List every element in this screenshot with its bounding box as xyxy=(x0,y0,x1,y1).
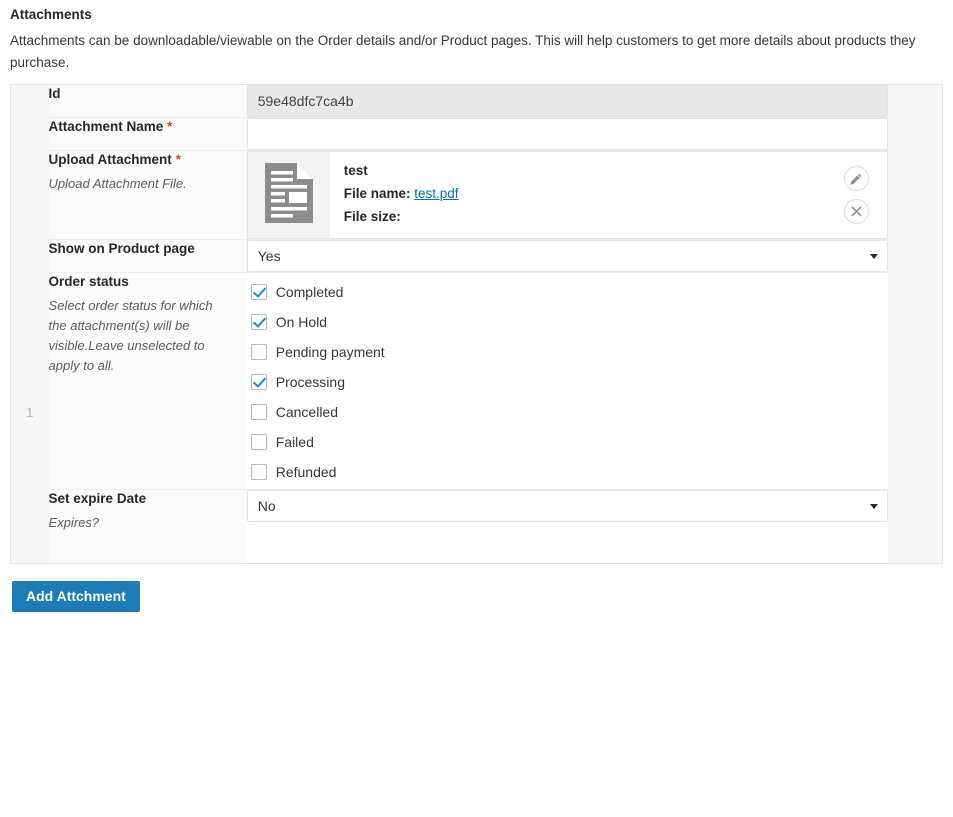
file-actions xyxy=(831,152,887,238)
file-name-label: File name: xyxy=(343,186,411,201)
field-cell-order-status: Completed On Hold Pending payment Proces… xyxy=(246,272,889,490)
attachments-table: 1 Id 59e48dfc7ca4b Attachment Name * Upl… xyxy=(10,84,943,564)
label-cell-show-on-product-page: Show on Product page xyxy=(48,239,247,273)
label-cell-attachment-name: Attachment Name * xyxy=(48,117,247,151)
label-cell-id: Id xyxy=(48,84,247,118)
checkbox-label-on-hold: On Hold xyxy=(275,314,328,330)
label-cell-order-status: Order status Select order status for whi… xyxy=(48,272,247,490)
field-cell-set-expire-date: No xyxy=(246,489,889,564)
label-cell-set-expire-date: Set expire Date Expires? xyxy=(48,489,247,564)
file-size-label: File size: xyxy=(343,209,401,224)
id-input[interactable]: 59e48dfc7ca4b xyxy=(246,85,889,117)
order-status-checkbox-list: Completed On Hold Pending payment Proces… xyxy=(247,273,889,489)
chevron-down-icon xyxy=(870,504,879,509)
field-label-attachment-name-text: Attachment Name xyxy=(48,119,164,134)
checkbox-label-refunded: Refunded xyxy=(275,464,337,480)
field-description-upload-attachment: Upload Attachment File. xyxy=(48,176,187,191)
list-item[interactable]: Failed xyxy=(250,427,889,457)
required-asterisk-upload-attachment: * xyxy=(175,152,181,167)
field-cell-upload-attachment: test File name: test.pdf File size: xyxy=(246,150,889,240)
table-row-attachment-name: Attachment Name * xyxy=(10,117,943,151)
field-description-order-status: Select order status for which the attach… xyxy=(48,298,213,373)
set-expire-date-value: No xyxy=(257,498,276,514)
row-number: 1 xyxy=(26,405,34,420)
file-name-link[interactable]: test.pdf xyxy=(414,186,458,201)
checkbox-label-cancelled: Cancelled xyxy=(275,404,338,420)
list-item[interactable]: Processing xyxy=(250,367,889,397)
table-right-gutter xyxy=(888,84,943,564)
set-expire-date-select[interactable]: No xyxy=(246,490,889,522)
attachments-page: Attachments Attachments can be downloada… xyxy=(0,6,953,612)
field-label-attachment-name: Attachment Name * xyxy=(49,118,247,136)
field-label-show-on-product-page: Show on Product page xyxy=(48,241,195,256)
chevron-down-icon xyxy=(870,254,879,259)
table-row-show-on-product-page: Show on Product page Yes xyxy=(10,239,943,273)
list-item[interactable]: Refunded xyxy=(250,457,889,487)
checkbox-cancelled[interactable] xyxy=(250,404,267,420)
checkbox-pending-payment[interactable] xyxy=(250,344,267,360)
checkbox-completed[interactable] xyxy=(250,284,267,300)
field-cell-show-on-product-page: Yes xyxy=(246,239,889,273)
field-label-id: Id xyxy=(48,86,61,101)
checkbox-refunded[interactable] xyxy=(250,464,267,480)
table-row-id: 1 Id 59e48dfc7ca4b xyxy=(10,84,943,564)
document-icon xyxy=(263,161,315,230)
field-cell-attachment-name xyxy=(246,117,889,151)
file-upload-box[interactable]: test File name: test.pdf File size: xyxy=(246,151,889,239)
page-title: Attachments xyxy=(10,7,92,22)
list-item[interactable]: Pending payment xyxy=(250,337,889,367)
close-icon[interactable] xyxy=(843,199,869,224)
table-row-set-expire-date: Set expire Date Expires? No xyxy=(11,489,943,564)
field-cell-id: 59e48dfc7ca4b xyxy=(246,84,889,118)
list-item[interactable]: Cancelled xyxy=(250,397,889,427)
show-on-product-page-select[interactable]: Yes xyxy=(246,240,889,272)
field-label-upload-attachment: Upload Attachment * xyxy=(49,151,247,169)
row-number-cell: 1 xyxy=(10,84,49,564)
checkbox-label-completed: Completed xyxy=(275,284,344,300)
checkbox-label-processing: Processing xyxy=(275,374,345,390)
field-description-set-expire-date: Expires? xyxy=(48,515,100,530)
file-name-line: File name: test.pdf xyxy=(344,182,820,205)
required-asterisk-attachment-name: * xyxy=(167,119,173,134)
list-item[interactable]: On Hold xyxy=(250,307,889,337)
show-on-product-page-value: Yes xyxy=(257,248,281,264)
checkbox-label-pending-payment: Pending payment xyxy=(275,344,385,360)
checkbox-label-failed: Failed xyxy=(275,434,314,450)
label-cell-upload-attachment: Upload Attachment * Upload Attachment Fi… xyxy=(48,150,247,240)
add-attachment-button[interactable]: Add Attchment xyxy=(12,581,140,612)
checkbox-failed[interactable] xyxy=(250,434,267,450)
section-description: Attachments can be downloadable/viewable… xyxy=(10,33,916,70)
field-label-upload-attachment-text: Upload Attachment xyxy=(48,152,172,167)
attachment-name-input[interactable] xyxy=(246,118,889,150)
checkbox-on-hold[interactable] xyxy=(250,314,267,330)
edit-icon[interactable] xyxy=(843,166,869,191)
file-size-line: File size: xyxy=(344,205,820,228)
list-item[interactable]: Completed xyxy=(250,277,889,307)
checkbox-processing[interactable] xyxy=(250,374,267,390)
file-title: test xyxy=(343,163,368,178)
table-row-upload-attachment: Upload Attachment * Upload Attachment Fi… xyxy=(10,150,943,240)
table-row-order-status: Order status Select order status for whi… xyxy=(10,272,943,490)
file-icon-pane xyxy=(247,152,330,238)
field-label-order-status: Order status xyxy=(48,274,129,289)
field-label-set-expire-date: Set expire Date xyxy=(48,491,147,506)
file-meta: test File name: test.pdf File size: xyxy=(330,152,832,238)
